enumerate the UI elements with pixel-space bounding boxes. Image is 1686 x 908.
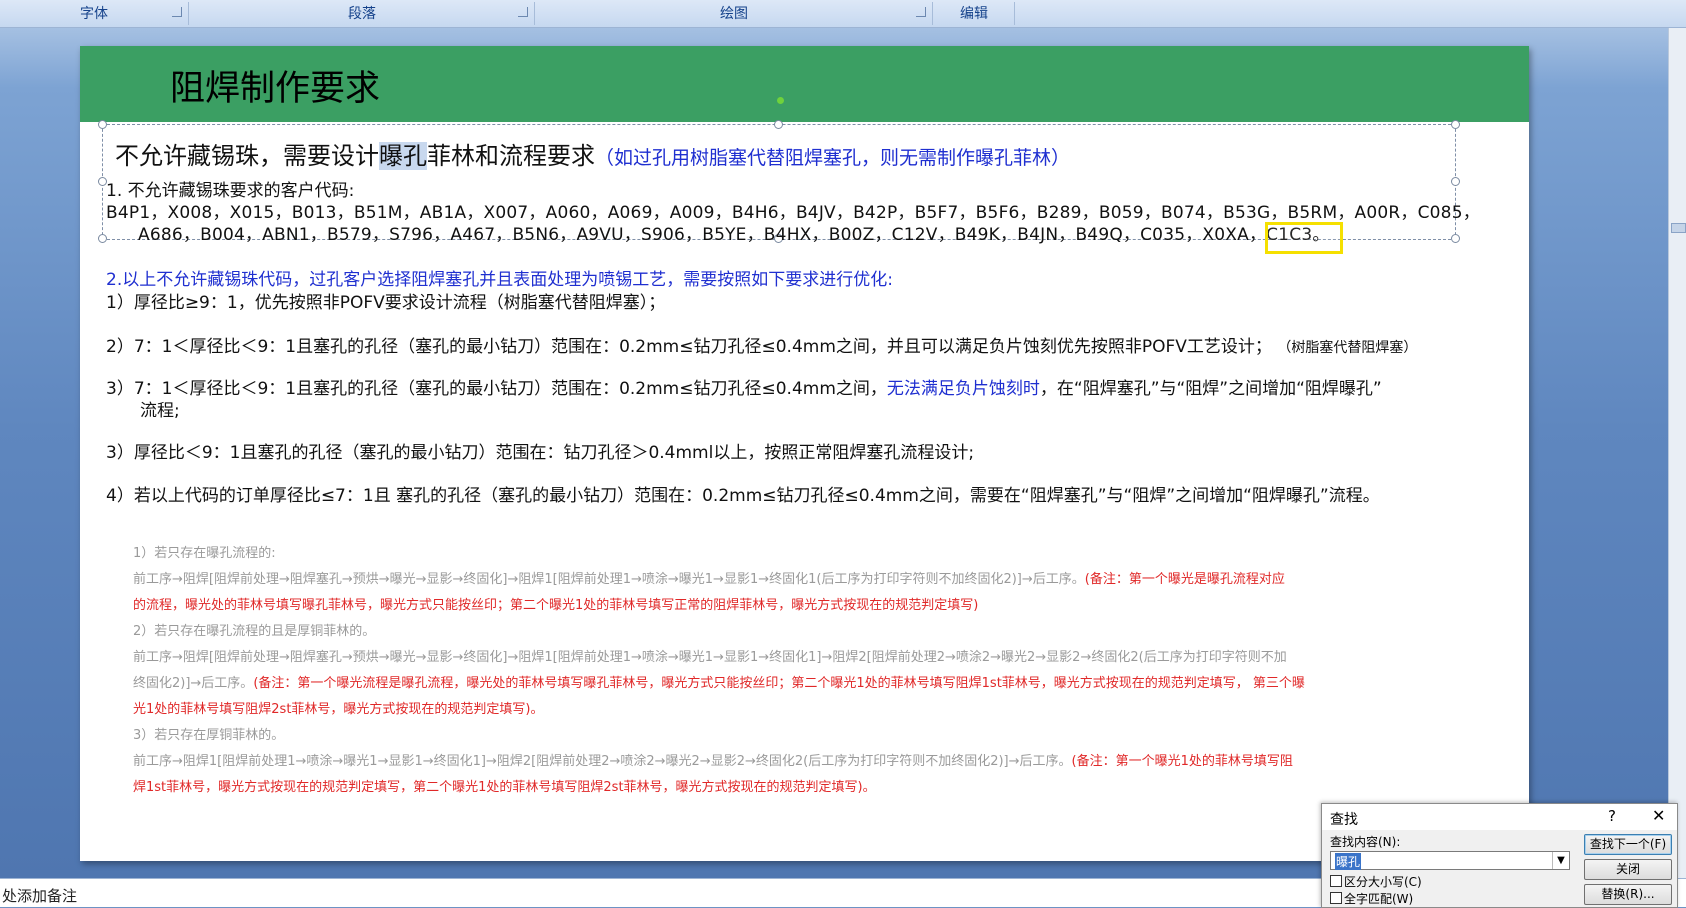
process-note: 光1处的菲林号填写阻焊2st菲林号，曝光方式按现在的规范判定填写)。 <box>133 702 544 717</box>
slide-canvas[interactable]: 阻焊制作要求 不允许藏锡珠，需要设计曝孔菲林和流程要求（如过孔用树脂塞代替阻焊塞… <box>80 46 1529 861</box>
rule-3a-pre: 3）7：1＜厚径比＜9：1且塞孔的孔径（塞孔的最小钻刀）范围在：0.2mm≤钻刀… <box>106 379 887 399</box>
process-note: 焊1st菲林号，曝光方式按现在的规范判定填写，第二个曝光1处的菲林号填写阻焊2s… <box>133 780 876 795</box>
find-next-button[interactable]: 查找下一个(F) <box>1584 834 1672 855</box>
process-line: 2）若只存在曝孔流程的且是厚铜菲林的。 <box>133 624 376 639</box>
slide-title[interactable]: 阻焊制作要求 <box>170 60 380 111</box>
ribbon-group-label: 段落 <box>348 6 376 22</box>
dialog-title: 查找 <box>1330 812 1358 828</box>
rule-2-main: 2）7：1＜厚径比＜9：1且塞孔的孔径（塞孔的最小钻刀）范围在：0.2mm≤钻刀… <box>106 337 1272 357</box>
rule-3a-blue: 无法满足负片蚀刻时 <box>886 379 1040 399</box>
process-note: 的流程，曝光处的菲林号填写曝孔菲林号，曝光方式只能按丝印；第二个曝光1处的菲林号… <box>133 598 979 613</box>
rule-2-text: 2）7：1＜厚径比＜9：1且塞孔的孔径（塞孔的最小钻刀）范围在：0.2mm≤钻刀… <box>106 332 1417 357</box>
search-match-highlight: 曝孔 <box>379 142 427 170</box>
resize-handle[interactable] <box>1451 234 1460 243</box>
rule-3a-continuation: 流程; <box>140 401 180 421</box>
resize-handle[interactable] <box>98 120 107 129</box>
checkbox-box[interactable] <box>1330 875 1342 887</box>
find-dialog[interactable]: 查找 ? ✕ 查找内容(N): 曝孔 ▼ 查找下一个(F) 关闭 替换(R)..… <box>1321 803 1678 908</box>
close-icon[interactable]: ✕ <box>1652 806 1665 825</box>
resize-handle[interactable] <box>774 120 783 129</box>
customer-codes-line-2: A686，B004，ABN1，B579，S796，A467，B5N6，A9VU，… <box>138 225 1330 245</box>
whole-word-checkbox[interactable]: 全字匹配(W) <box>1330 890 1413 907</box>
chevron-down-icon[interactable]: ▼ <box>1552 852 1569 869</box>
help-icon[interactable]: ? <box>1608 807 1616 825</box>
scrollbar-thumb[interactable] <box>1671 223 1686 233</box>
ribbon-group-paragraph[interactable]: 段落 . <box>190 2 535 25</box>
rule-2-note: （树脂塞代替阻焊塞） <box>1277 340 1418 356</box>
rotation-handle[interactable] <box>777 97 784 104</box>
find-what-input[interactable]: 曝孔 ▼ <box>1330 851 1570 870</box>
resize-handle[interactable] <box>1451 177 1460 186</box>
ribbon-group-label: 绘图 <box>720 6 748 22</box>
item-2-text: 2.以上不允许藏锡珠代码，过孔客户选择阻焊塞孔并且表面处理为喷锡工艺，需要按照如… <box>106 270 893 290</box>
ribbon-group-bar: 字体 . 段落 . 绘图 . 编辑 <box>0 0 1686 28</box>
checkbox-label: 全字匹配(W) <box>1344 892 1414 906</box>
find-what-value[interactable]: 曝孔 <box>1335 853 1362 870</box>
ribbon-group-font[interactable]: 字体 . <box>0 2 189 25</box>
process-line: 前工序→阻焊[阻焊前处理→阻焊塞孔→预烘→曝光→显影→终固化]→阻焊1[阻焊前处… <box>133 567 1285 593</box>
process-line-text: 前工序→阻焊[阻焊前处理→阻焊塞孔→预烘→曝光→显影→终固化]→阻焊1[阻焊前处… <box>133 572 1085 587</box>
checkbox-box[interactable] <box>1330 892 1342 904</box>
process-line: 1）若只存在曝孔流程的: <box>133 546 276 561</box>
process-note: (备注：第一个曝光1处的菲林号填写阻 <box>1071 754 1293 769</box>
process-line: 前工序→阻焊1[阻焊前处理1→喷涂→曝光1→显影1→终固化1]→阻焊2[阻焊前处… <box>133 749 1293 775</box>
process-line: 前工序→阻焊[阻焊前处理→阻焊塞孔→预烘→曝光→显影→终固化]→阻焊1[阻焊前处… <box>133 650 1287 665</box>
section-heading: 不允许藏锡珠，需要设计曝孔菲林和流程要求（如过孔用树脂塞代替阻焊塞孔，则无需制作… <box>115 136 1070 171</box>
rule-3a-text: 3）7：1＜厚径比＜9：1且塞孔的孔径（塞孔的最小钻刀）范围在：0.2mm≤钻刀… <box>106 374 1382 399</box>
vertical-scrollbar[interactable] <box>1668 28 1686 878</box>
process-note: (备注：第一个曝光是曝孔流程对应 <box>1084 572 1285 587</box>
rule-3b-text: 3）厚径比＜9：1且塞孔的孔径（塞孔的最小钻刀）范围在：钻刀孔径＞0.4mml以… <box>106 443 975 463</box>
resize-handle[interactable] <box>98 234 107 243</box>
checkbox-label: 区分大小写(C) <box>1344 875 1422 889</box>
ribbon-group-label: 字体 <box>80 6 108 22</box>
dialog-launcher-icon[interactable]: . <box>916 7 926 17</box>
process-line: 终固化2)]→后工序。(备注：第一个曝光流程是曝孔流程，曝光处的菲林号填写曝孔菲… <box>133 671 1305 697</box>
close-button[interactable]: 关闭 <box>1584 859 1672 880</box>
process-line-text: 前工序→阻焊1[阻焊前处理1→喷涂→曝光1→显影1→终固化1]→阻焊2[阻焊前处… <box>133 754 1072 769</box>
process-note: (备注：第一个曝光流程是曝孔流程，曝光处的菲林号填写曝孔菲林号，曝光方式只能按丝… <box>253 676 1305 691</box>
resize-handle[interactable] <box>1451 120 1460 129</box>
rule-1-text: 1）厚径比≥9：1，优先按照非POFV要求设计流程（树脂塞代替阻焊塞）； <box>106 293 666 313</box>
heading-text: 不允许藏锡珠，需要设计 <box>115 142 379 170</box>
process-line-text: 终固化2)]→后工序。 <box>133 676 254 691</box>
find-result-highlight <box>1265 222 1343 254</box>
replace-button[interactable]: 替换(R)... <box>1584 884 1672 905</box>
dialog-launcher-icon[interactable]: . <box>518 7 528 17</box>
rule-3a-post: ，在“阻焊塞孔”与“阻焊”之间增加“阻焊曝孔” <box>1039 379 1382 399</box>
ribbon-group-drawing[interactable]: 绘图 . <box>536 2 933 25</box>
heading-text: 菲林和流程要求 <box>427 142 595 170</box>
ribbon-group-label: 编辑 <box>960 6 988 22</box>
embedded-process-image[interactable]: 1）若只存在曝孔流程的: 前工序→阻焊[阻焊前处理→阻焊塞孔→预烘→曝光→显影→… <box>125 541 1460 806</box>
dialog-launcher-icon[interactable]: . <box>172 7 182 17</box>
dialog-titlebar[interactable]: 查找 ? ✕ <box>1322 804 1677 830</box>
process-line: 3）若只存在厚铜菲林的。 <box>133 728 285 743</box>
heading-note: （如过孔用树脂塞代替阻焊塞孔，则无需制作曝孔菲林） <box>595 147 1071 169</box>
ribbon-group-editing[interactable]: 编辑 <box>934 2 1015 25</box>
notes-placeholder[interactable]: 处添加备注 <box>2 885 77 906</box>
find-what-label: 查找内容(N): <box>1330 835 1401 849</box>
rule-4-text: 4）若以上代码的订单厚径比≤7：1且 塞孔的孔径（塞孔的最小钻刀）范围在：0.2… <box>106 486 1380 506</box>
match-case-checkbox[interactable]: 区分大小写(C) <box>1330 873 1422 890</box>
